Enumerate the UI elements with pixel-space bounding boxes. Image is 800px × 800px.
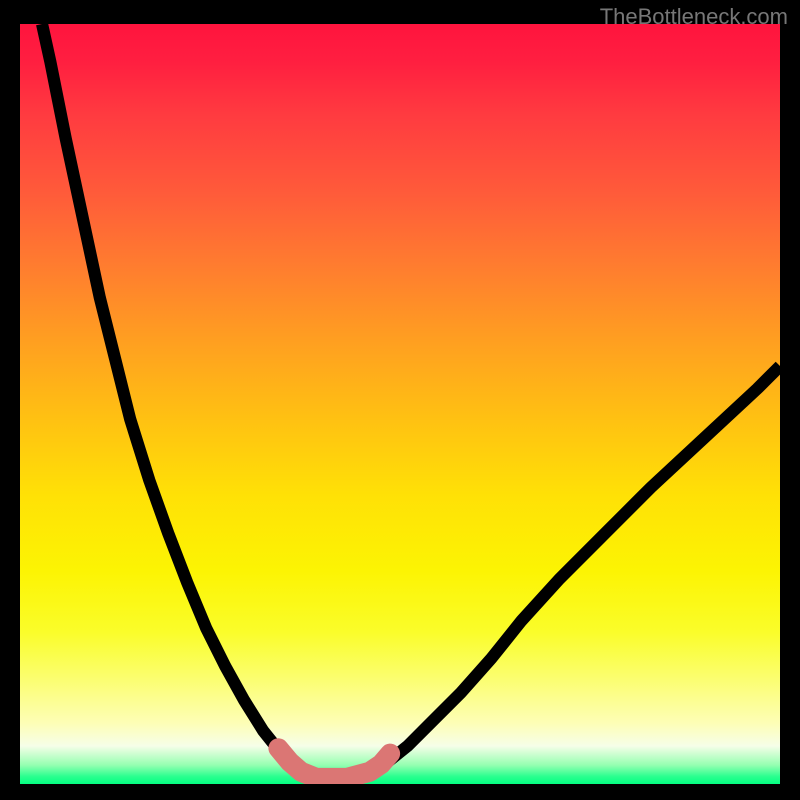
watermark-text: TheBottleneck.com <box>600 4 788 30</box>
chart-svg <box>20 24 780 784</box>
highlight-segment <box>278 748 390 778</box>
chart-frame: TheBottleneck.com <box>0 0 800 800</box>
plot-area <box>20 24 780 784</box>
bottleneck-curve <box>42 24 780 780</box>
